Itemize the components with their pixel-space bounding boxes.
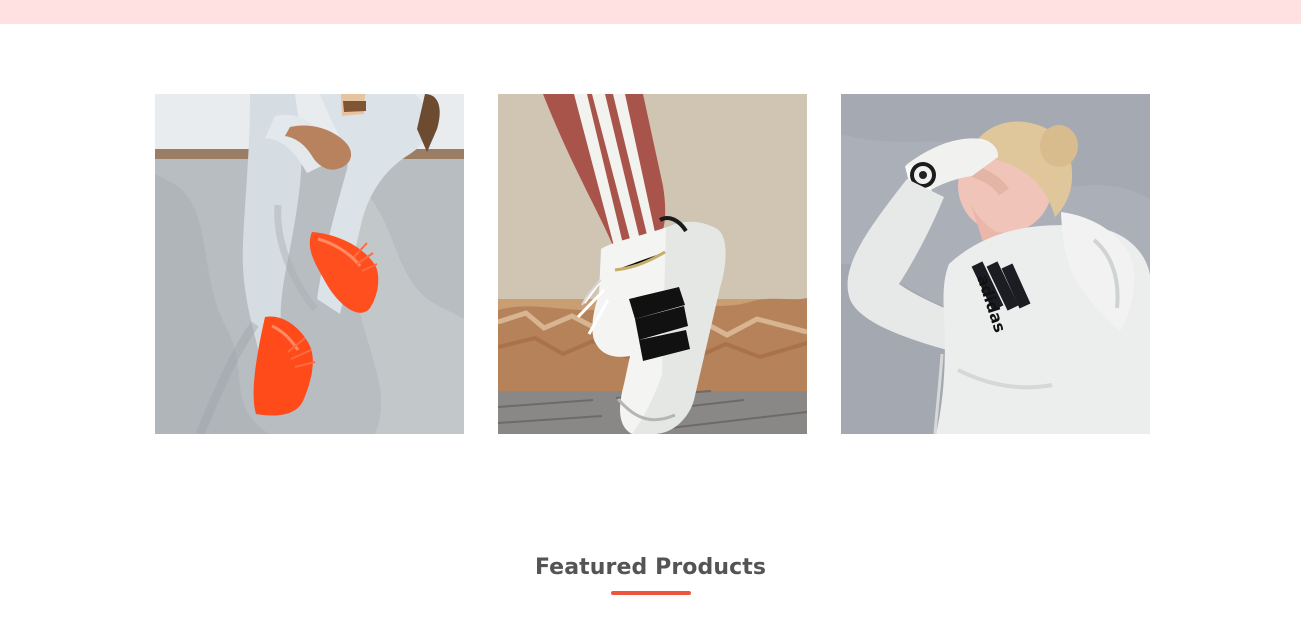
gallery-tile-orange-sneakers[interactable] [155, 94, 464, 434]
superstar-sneaker-image [498, 94, 807, 434]
gallery-tile-white-hoodie[interactable]: adidas [841, 94, 1150, 434]
featured-products-section: Featured Products [0, 553, 1301, 595]
top-promo-band [0, 0, 1301, 24]
orange-sneakers-image [155, 94, 464, 434]
featured-products-underline [610, 591, 691, 595]
featured-products-heading: Featured Products [534, 555, 767, 580]
lifestyle-gallery: adidas [155, 94, 1150, 434]
woman-in-white-hoodie-image: adidas [841, 94, 1150, 434]
gallery-tile-superstar-sneaker[interactable] [498, 94, 807, 434]
